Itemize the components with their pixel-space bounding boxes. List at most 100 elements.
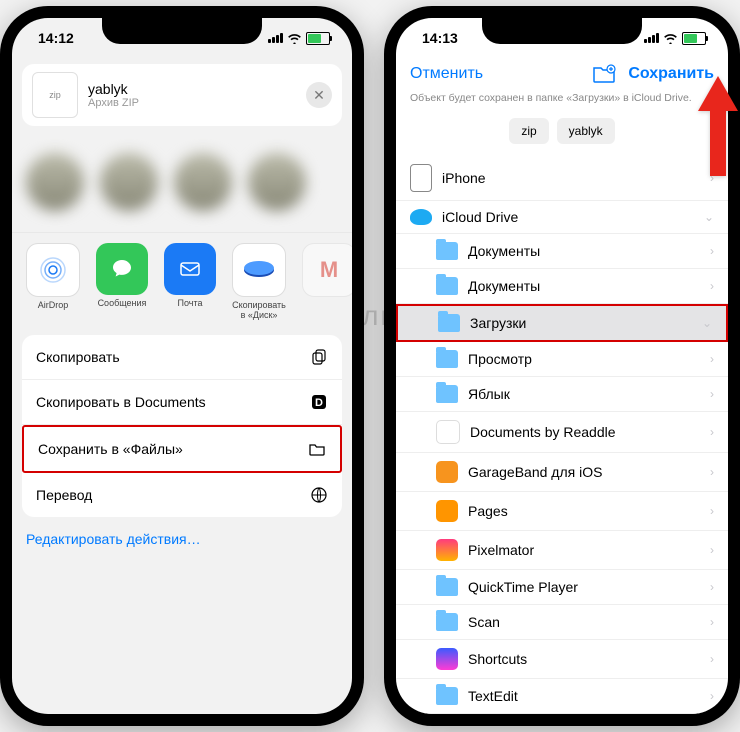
folder-label: Documents by Readdle bbox=[470, 424, 616, 440]
airdrop-app[interactable]: AirDrop bbox=[26, 243, 80, 321]
mail-label: Почта bbox=[164, 299, 216, 309]
status-time: 14:13 bbox=[422, 30, 458, 46]
chevron-right-icon: › bbox=[710, 615, 714, 629]
folder-icon bbox=[436, 242, 458, 260]
notch bbox=[102, 18, 262, 44]
action-save-to-files[interactable]: Сохранить в «Файлы» bbox=[22, 425, 342, 473]
action-copy[interactable]: Скопировать bbox=[22, 335, 342, 380]
phone-left: 14:12 zip yablyk Архив ZIP ✕ bbox=[0, 6, 364, 726]
folder-preview[interactable]: Просмотр› bbox=[396, 342, 728, 377]
chevron-right-icon: › bbox=[710, 279, 714, 293]
folder-pages[interactable]: Pages › bbox=[396, 492, 728, 531]
wifi-icon bbox=[287, 33, 302, 44]
signal-icon bbox=[268, 33, 283, 43]
svg-text:D: D bbox=[315, 397, 323, 409]
folder-label: Scan bbox=[468, 614, 500, 630]
folder-shortcuts[interactable]: Shortcuts› bbox=[396, 640, 728, 679]
share-apps-row: AirDrop Сообщения Почта Скопировать в «Д… bbox=[12, 232, 352, 335]
app-icon bbox=[436, 648, 458, 670]
icloud-icon bbox=[410, 209, 432, 225]
location-iphone[interactable]: iPhone › bbox=[396, 156, 728, 201]
save-hint-text: Объект будет сохранен в папке «Загрузки»… bbox=[396, 88, 728, 114]
mail-app[interactable]: Почта bbox=[164, 243, 216, 321]
gmail-icon: M bbox=[302, 243, 352, 297]
mail-icon bbox=[164, 243, 216, 295]
battery-icon bbox=[306, 32, 330, 45]
folder-yablyk[interactable]: Яблык › bbox=[396, 377, 728, 412]
save-nav-bar: Отменить Сохранить bbox=[396, 58, 728, 88]
status-time: 14:12 bbox=[38, 30, 74, 46]
folder-documents[interactable]: Документы › bbox=[396, 269, 728, 304]
locations-list: iPhone › iCloud Drive ⌄ Документы› Докум… bbox=[396, 156, 728, 714]
action-copy-documents-label: Скопировать в Documents bbox=[36, 394, 206, 410]
action-translate[interactable]: Перевод bbox=[22, 473, 342, 517]
app-icon bbox=[436, 539, 458, 561]
folder-documents[interactable]: Документы› bbox=[396, 234, 728, 269]
location-icloud-label: iCloud Drive bbox=[442, 209, 518, 225]
folder-pixelmator[interactable]: Pixelmator › bbox=[396, 531, 728, 570]
folder-icon bbox=[438, 314, 460, 332]
folder-label: Pixelmator bbox=[468, 542, 534, 558]
folder-quicktime[interactable]: QuickTime Player › bbox=[396, 570, 728, 605]
folder-label: Яблык bbox=[468, 386, 510, 402]
copy-icon bbox=[310, 348, 328, 366]
action-copy-label: Скопировать bbox=[36, 349, 120, 365]
disk-icon bbox=[232, 243, 286, 297]
folder-label: Shortcuts bbox=[468, 651, 527, 667]
action-save-files-label: Сохранить в «Файлы» bbox=[38, 441, 183, 457]
airdrop-label: AirDrop bbox=[26, 301, 80, 311]
contact-avatar[interactable] bbox=[100, 153, 158, 211]
battery-icon bbox=[682, 32, 706, 45]
contact-avatar[interactable] bbox=[248, 153, 306, 211]
chevron-right-icon: › bbox=[710, 504, 714, 518]
folder-documents-readdle[interactable]: Documents by Readdle › bbox=[396, 412, 728, 453]
new-folder-icon[interactable] bbox=[592, 64, 616, 84]
action-copy-documents[interactable]: Скопировать в Documents D bbox=[22, 380, 342, 425]
globe-icon bbox=[310, 486, 328, 504]
folder-garageband[interactable]: GarageBand для iOS› bbox=[396, 453, 728, 492]
app-icon bbox=[436, 461, 458, 483]
folder-textedit[interactable]: TextEdit › bbox=[396, 679, 728, 714]
folder-label: TextEdit bbox=[468, 688, 518, 704]
app-icon bbox=[436, 420, 460, 444]
messages-app[interactable]: Сообщения bbox=[96, 243, 148, 321]
chevron-right-icon: › bbox=[710, 580, 714, 594]
documents-icon: D bbox=[310, 393, 328, 411]
chevron-right-icon: › bbox=[710, 352, 714, 366]
gmail-app[interactable]: M bbox=[302, 243, 352, 321]
messages-icon bbox=[96, 243, 148, 295]
contact-avatar[interactable] bbox=[174, 153, 232, 211]
iphone-icon bbox=[410, 164, 432, 192]
folder-label: GarageBand для iOS bbox=[468, 464, 602, 480]
folder-downloads[interactable]: Загрузки ⌄ bbox=[396, 304, 728, 342]
action-translate-label: Перевод bbox=[36, 487, 92, 503]
folder-label: Pages bbox=[468, 503, 508, 519]
yandex-disk-app[interactable]: Скопировать в «Диск» bbox=[232, 243, 286, 321]
file-chips: zip yablyk bbox=[396, 114, 728, 156]
cancel-button[interactable]: Отменить bbox=[410, 65, 483, 83]
folder-label: Загрузки bbox=[470, 315, 526, 331]
folder-icon bbox=[436, 613, 458, 631]
folder-label: Документы bbox=[468, 278, 540, 294]
chevron-right-icon: › bbox=[710, 689, 714, 703]
contact-avatar[interactable] bbox=[26, 153, 84, 211]
red-arrow-annotation bbox=[688, 66, 740, 191]
chevron-down-icon: ⌄ bbox=[704, 210, 714, 224]
edit-actions-link[interactable]: Редактировать действия… bbox=[26, 531, 338, 547]
chip-filename[interactable]: yablyk bbox=[557, 118, 615, 144]
chevron-right-icon: › bbox=[710, 425, 714, 439]
folder-label: QuickTime Player bbox=[468, 579, 578, 595]
wifi-icon bbox=[663, 33, 678, 44]
notch bbox=[482, 18, 642, 44]
chevron-right-icon: › bbox=[710, 543, 714, 557]
folder-scan[interactable]: Scan › bbox=[396, 605, 728, 640]
chevron-down-icon: ⌄ bbox=[702, 316, 712, 330]
chevron-right-icon: › bbox=[710, 244, 714, 258]
chevron-right-icon: › bbox=[710, 387, 714, 401]
messages-label: Сообщения bbox=[96, 299, 148, 309]
close-button[interactable]: ✕ bbox=[306, 82, 332, 108]
location-icloud[interactable]: iCloud Drive ⌄ bbox=[396, 201, 728, 234]
share-subtitle: Архив ZIP bbox=[88, 97, 296, 109]
app-icon bbox=[436, 500, 458, 522]
airdrop-icon bbox=[26, 243, 80, 297]
